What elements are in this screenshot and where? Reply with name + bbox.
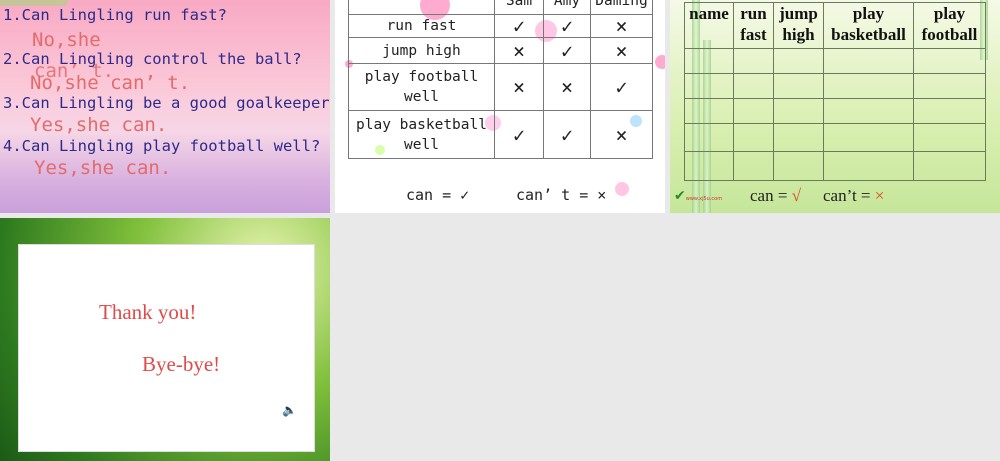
mark: ✓ — [543, 14, 591, 38]
legend-cant: can’t = × — [823, 186, 885, 205]
bye-text: Bye-bye! — [142, 352, 221, 376]
table-row — [684, 123, 986, 152]
mark: × — [543, 63, 591, 111]
row-label: play basketball well — [348, 110, 495, 159]
mark: × — [494, 63, 544, 111]
table-row — [684, 151, 986, 181]
slide-thumbnail-survey-table[interactable]: name run fast jump high play basketball … — [670, 0, 1000, 213]
mark: ✓ — [590, 63, 653, 111]
mark: ✓ — [543, 37, 591, 64]
header-amy: Amy — [543, 0, 591, 15]
question-3: 3.Can Lingling be a good goalkeeper? — [3, 94, 330, 112]
header-sam: Sam — [494, 0, 544, 15]
mark: ✓ — [543, 110, 591, 159]
table-row: play football well × × ✓ — [348, 63, 653, 111]
thank-you-text: Thank you! — [99, 300, 197, 324]
content-box: Thank you! Bye-bye! 🔈 — [18, 244, 315, 452]
answer-3: Yes,she can. — [30, 114, 168, 136]
speaker-icon[interactable]: 🔈 — [282, 403, 297, 417]
row-label: jump high — [348, 37, 495, 64]
mark: ✓ — [494, 110, 544, 159]
answer-1: No,she — [32, 29, 101, 51]
mark: ✓ — [494, 14, 544, 38]
table-row: jump high × ✓ × — [348, 37, 653, 64]
answer-2: No,she can’ t. — [30, 72, 191, 94]
header-play-football: play football — [913, 2, 986, 49]
table-row: run fast ✓ ✓ × — [348, 14, 653, 38]
legend-can: can = √ — [750, 186, 802, 205]
table-row — [684, 73, 986, 99]
answer-4: Yes,she can. — [34, 157, 172, 179]
mark: × — [590, 14, 653, 38]
row-label: play football well — [348, 63, 495, 111]
slide-thumbnail-ability-table[interactable]: Sam Amy Daming run fast ✓ ✓ × jump high × ✓ × … — [335, 0, 665, 213]
question-2: 2.Can Lingling control the ball? — [3, 50, 302, 68]
header-jump-high: jump high — [773, 2, 824, 49]
header-run-fast: run fast — [733, 2, 774, 49]
slide-thumbnail-thank-you[interactable]: Thank you! Bye-bye! 🔈 — [0, 218, 330, 461]
question-4: 4.Can Lingling play football well? — [3, 137, 321, 155]
header-play-basketball: play basketball — [823, 2, 914, 49]
mark: × — [590, 110, 653, 159]
table-row: play basketball well ✓ ✓ × — [348, 110, 653, 159]
survey-table: name run fast jump high play basketball … — [684, 2, 986, 181]
legend-cant: can’ t = × — [516, 186, 607, 204]
table-row — [684, 98, 986, 124]
mark: × — [494, 37, 544, 64]
slide-thumbnail-questions[interactable]: 1.Can Lingling run fast? No,she can’ t. … — [0, 0, 330, 213]
logo: ✔www.xj5u.com — [674, 188, 723, 204]
mark: × — [590, 37, 653, 64]
ability-table: Sam Amy Daming run fast ✓ ✓ × jump high × ✓ × … — [348, 0, 653, 159]
table-row — [684, 48, 986, 74]
legend-can: can = ✓ — [406, 186, 470, 204]
header-daming: Daming — [590, 0, 653, 15]
row-label: run fast — [348, 14, 495, 38]
header-name: name — [684, 2, 734, 49]
question-1: 1.Can Lingling run fast? — [3, 6, 227, 24]
